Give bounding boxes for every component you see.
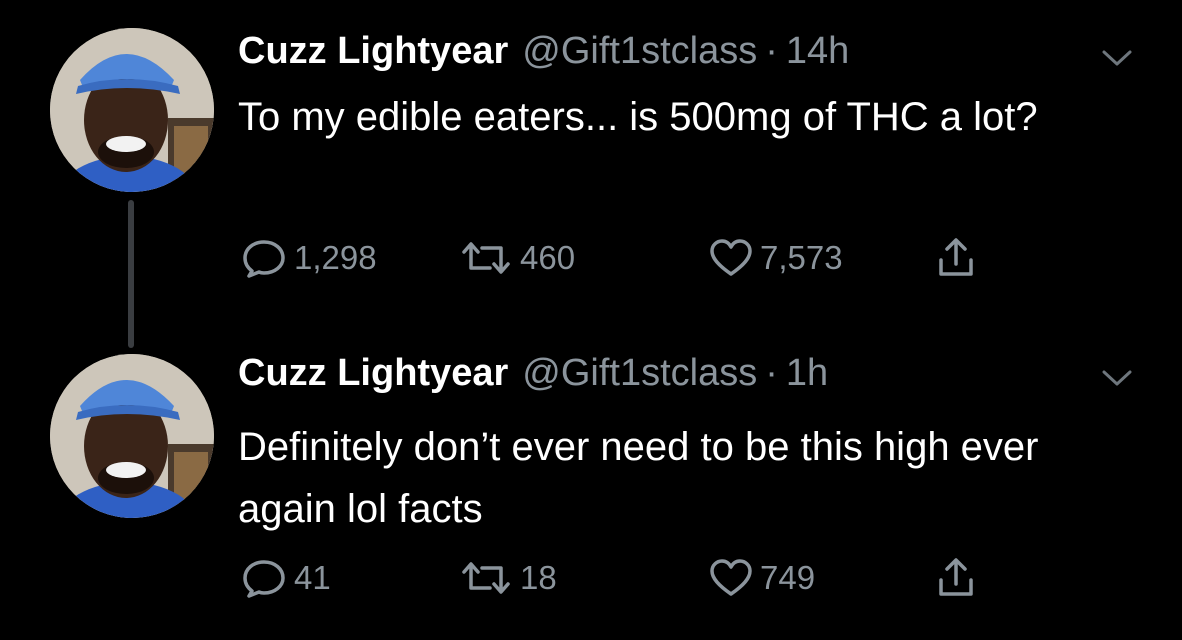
timestamp[interactable]: 1h xyxy=(786,352,828,395)
like-button[interactable]: 7,573 xyxy=(708,236,843,280)
tweet-text: Definitely don’t ever need to be this hi… xyxy=(238,425,1039,531)
tweet-actions: 1,298 460 7,573 xyxy=(240,236,1040,280)
retweet-button[interactable]: 18 xyxy=(458,556,557,600)
display-name[interactable]: Cuzz Lightyear xyxy=(238,30,508,73)
like-icon xyxy=(710,239,752,276)
chevron-down-icon[interactable] xyxy=(1100,46,1134,70)
user-handle[interactable]: @Gift1stclass xyxy=(522,352,757,395)
reply-button[interactable]: 41 xyxy=(240,556,331,600)
share-button[interactable] xyxy=(936,236,982,280)
reply-count: 41 xyxy=(294,559,331,596)
display-name[interactable]: Cuzz Lightyear xyxy=(238,352,508,395)
retweet-button[interactable]: 460 xyxy=(458,236,575,280)
chevron-down-icon[interactable] xyxy=(1100,366,1134,390)
tweet-actions: 41 18 749 xyxy=(240,556,1040,600)
avatar[interactable] xyxy=(50,28,214,192)
retweet-icon xyxy=(462,562,510,594)
timestamp[interactable]: 14h xyxy=(786,30,849,73)
avatar[interactable] xyxy=(50,354,214,518)
retweet-count: 18 xyxy=(520,559,557,596)
like-count: 749 xyxy=(760,559,816,596)
tweet-header: Cuzz Lightyear @Gift1stclass · 14h xyxy=(238,30,849,80)
user-handle[interactable]: @Gift1stclass xyxy=(522,30,757,73)
tweet-text: To my edible eaters... is 500mg of THC a… xyxy=(238,95,1038,139)
like-button[interactable]: 749 xyxy=(708,556,815,600)
tweet-header: Cuzz Lightyear @Gift1stclass · 1h xyxy=(238,352,828,402)
share-icon xyxy=(939,558,973,596)
separator-dot: · xyxy=(765,30,778,72)
retweet-count: 460 xyxy=(520,239,576,276)
share-icon xyxy=(939,238,973,276)
tweet-1[interactable]: Cuzz Lightyear @Gift1stclass · 14h To my… xyxy=(0,0,1182,330)
separator-dot: · xyxy=(765,352,778,394)
reply-count: 1,298 xyxy=(294,239,377,276)
share-button[interactable] xyxy=(936,556,982,600)
retweet-icon xyxy=(462,242,510,274)
reply-icon xyxy=(243,240,285,278)
reply-icon xyxy=(243,560,285,598)
tweet-2[interactable]: Cuzz Lightyear @Gift1stclass · 1h Defini… xyxy=(0,330,1182,640)
reply-button[interactable]: 1,298 xyxy=(240,236,377,280)
like-count: 7,573 xyxy=(760,239,843,276)
like-icon xyxy=(710,559,752,596)
